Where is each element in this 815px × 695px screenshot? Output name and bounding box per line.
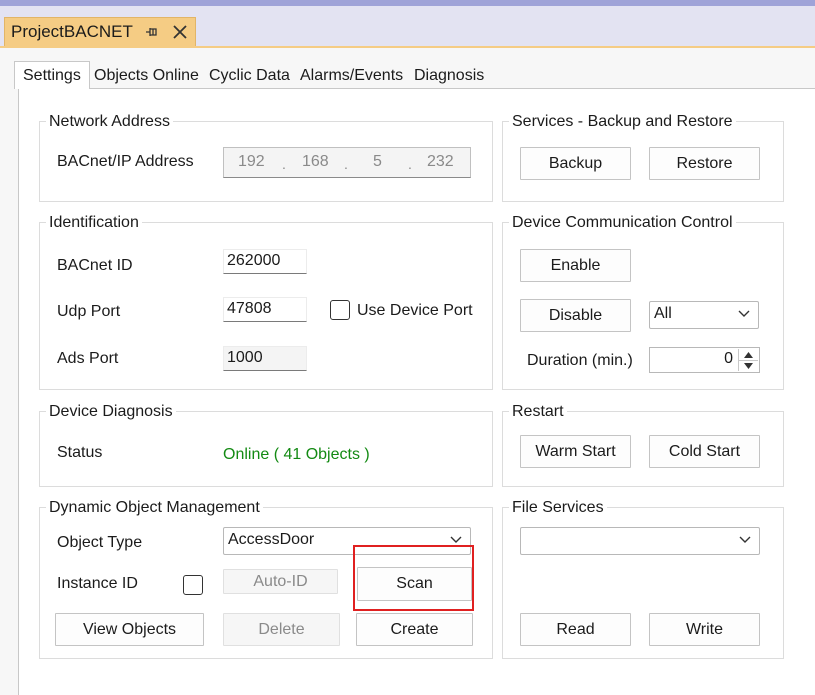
- tab-alarms-events[interactable]: Alarms/Events: [296, 64, 407, 88]
- duration-value: 0: [724, 350, 733, 367]
- scan-highlight-box: [353, 545, 474, 611]
- spin-down-icon[interactable]: [739, 360, 758, 371]
- scope-selected-value: All: [654, 305, 672, 322]
- device-comm-title: Device Communication Control: [509, 214, 736, 232]
- document-tab-title: ProjectBACNET: [11, 22, 133, 41]
- ip-octet-4: 232: [427, 153, 454, 170]
- restore-button[interactable]: Restore: [649, 147, 760, 180]
- status-value: Online ( 41 Objects ): [223, 446, 370, 463]
- restart-title: Restart: [509, 403, 567, 421]
- close-icon[interactable]: [171, 23, 189, 41]
- bacnet-id-field[interactable]: 262000: [223, 249, 307, 274]
- chevron-down-icon: [450, 536, 462, 543]
- services-title: Services - Backup and Restore: [509, 113, 736, 131]
- bacnet-id-label: BACnet ID: [57, 257, 133, 274]
- object-type-label: Object Type: [57, 534, 143, 551]
- document-tab[interactable]: ProjectBACNET: [4, 17, 196, 46]
- use-device-port-label: Use Device Port: [357, 302, 473, 319]
- auto-id-button[interactable]: Auto-ID: [223, 569, 338, 594]
- write-button[interactable]: Write: [649, 613, 760, 646]
- warm-start-button[interactable]: Warm Start: [520, 435, 631, 468]
- file-services-title: File Services: [509, 499, 607, 517]
- ip-dot-separator: .: [344, 156, 348, 172]
- chevron-down-icon: [738, 310, 750, 317]
- disable-button[interactable]: Disable: [520, 299, 631, 332]
- network-address-title: Network Address: [46, 113, 173, 131]
- backup-button[interactable]: Backup: [520, 147, 631, 180]
- ip-octet-3: 5: [373, 153, 382, 170]
- ip-octet-1: 192: [238, 153, 265, 170]
- ip-address-field[interactable]: 192 . 168 . 5 . 232: [223, 147, 471, 178]
- tab-objects-online[interactable]: Objects Online: [90, 64, 203, 88]
- ip-dot-separator: .: [282, 156, 286, 172]
- enable-button[interactable]: Enable: [520, 249, 631, 282]
- tab-cyclic-data[interactable]: Cyclic Data: [205, 64, 294, 88]
- spin-up-icon[interactable]: [739, 349, 758, 360]
- bacnet-ip-label: BACnet/IP Address: [57, 153, 194, 170]
- read-button[interactable]: Read: [520, 613, 631, 646]
- spin-buttons: [738, 349, 758, 371]
- chevron-down-icon: [739, 536, 751, 543]
- create-button[interactable]: Create: [356, 613, 473, 646]
- dynamic-object-title: Dynamic Object Management: [46, 499, 263, 517]
- duration-label: Duration (min.): [527, 352, 633, 369]
- identification-title: Identification: [46, 214, 142, 232]
- tab-diagnosis[interactable]: Diagnosis: [410, 64, 488, 88]
- status-label: Status: [57, 444, 103, 461]
- file-dropdown[interactable]: [520, 527, 760, 555]
- ip-octet-2: 168: [302, 153, 329, 170]
- device-diagnosis-title: Device Diagnosis: [46, 403, 176, 421]
- scope-dropdown[interactable]: All: [649, 301, 759, 329]
- instance-id-label: Instance ID: [57, 575, 138, 592]
- tab-settings[interactable]: Settings: [14, 61, 90, 89]
- ads-port-label: Ads Port: [57, 350, 119, 367]
- pin-icon[interactable]: [144, 24, 160, 40]
- udp-port-field[interactable]: 47808: [223, 297, 307, 322]
- use-device-port-checkbox[interactable]: [330, 300, 350, 320]
- ads-port-field[interactable]: 1000: [223, 346, 307, 371]
- instance-id-checkbox[interactable]: [183, 575, 203, 595]
- duration-stepper[interactable]: 0: [649, 347, 760, 373]
- object-type-selected-value: AccessDoor: [228, 531, 315, 548]
- udp-port-label: Udp Port: [57, 303, 121, 320]
- view-objects-button[interactable]: View Objects: [55, 613, 204, 646]
- ip-dot-separator: .: [408, 156, 412, 172]
- delete-button[interactable]: Delete: [223, 613, 340, 646]
- cold-start-button[interactable]: Cold Start: [649, 435, 760, 468]
